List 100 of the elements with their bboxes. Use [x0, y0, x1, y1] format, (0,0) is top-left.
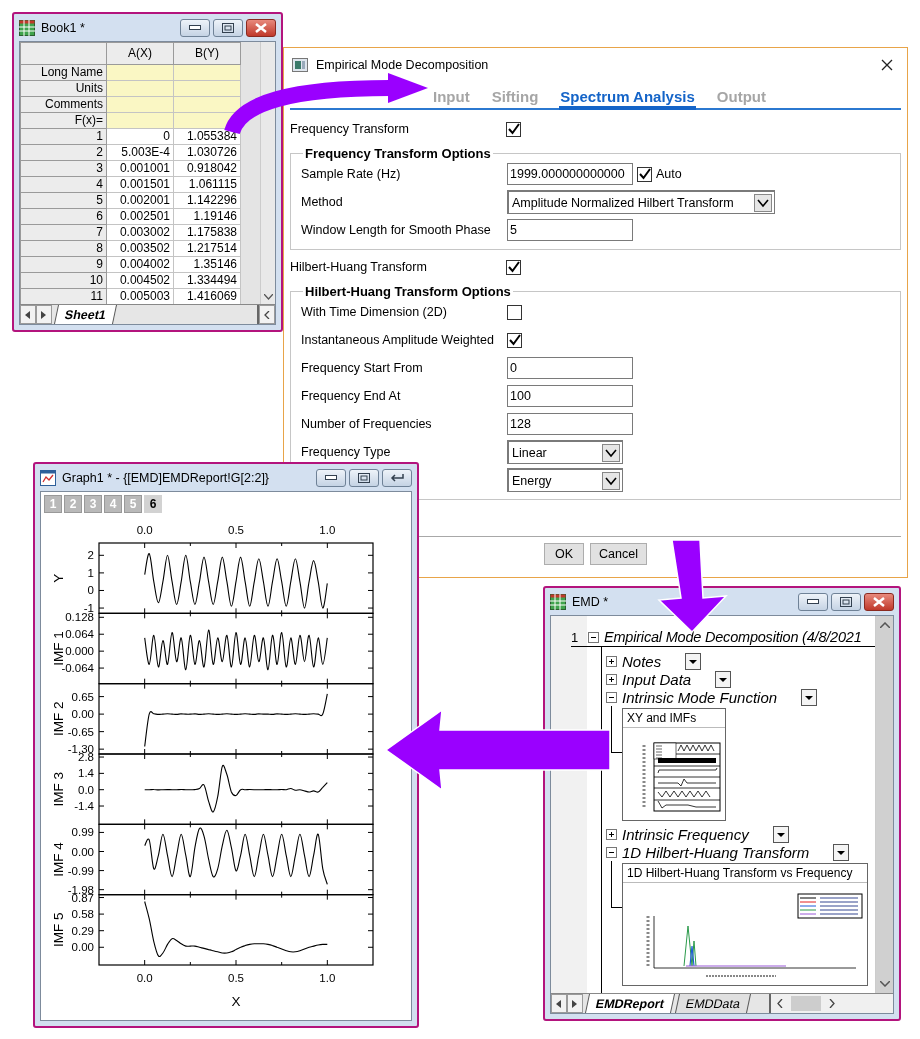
window-title: Book1 * — [41, 20, 86, 35]
table-cell[interactable]: 0 — [106, 128, 174, 145]
table-cell[interactable]: 0.002001 — [106, 192, 174, 209]
minimize-icon — [325, 474, 337, 481]
maximize-icon — [358, 472, 370, 483]
checkbox[interactable] — [507, 332, 522, 348]
maximize-button[interactable] — [831, 592, 861, 611]
dialog-button[interactable]: Cancel — [590, 543, 647, 565]
expand-toggle[interactable] — [606, 846, 617, 858]
field-label: Instantaneous Amplitude Weighted — [301, 333, 495, 347]
dropdown-button[interactable] — [685, 652, 702, 670]
graph-preview[interactable]: XY and IMFs — [622, 708, 726, 821]
text-field[interactable]: 100 — [507, 385, 633, 407]
horizontal-scrollbar[interactable] — [771, 994, 893, 1013]
layer-tab[interactable]: 6 — [144, 495, 162, 513]
expand-toggle[interactable] — [606, 691, 617, 703]
dropdown[interactable]: Linear — [507, 440, 623, 464]
section-title[interactable]: Intrinsic Mode Function — [622, 688, 778, 706]
table-cell[interactable]: 0.003002 — [106, 224, 174, 241]
maximize-button[interactable] — [213, 18, 243, 37]
section-title[interactable]: Intrinsic Frequency — [622, 825, 749, 843]
graph-preview[interactable]: 1D Hilbert-Huang Transform vs Frequency — [622, 863, 868, 986]
table-cell[interactable]: 0.003502 — [106, 240, 174, 257]
checkbox[interactable] — [506, 259, 521, 275]
checkbox[interactable] — [506, 121, 521, 137]
previous-sheet-button[interactable] — [551, 994, 567, 1013]
close-button[interactable] — [864, 592, 894, 611]
table-cell[interactable]: 5.003E-4 — [106, 144, 174, 161]
table-cell[interactable]: 1.142296 — [173, 192, 241, 209]
table-cell[interactable]: 0.004502 — [106, 272, 174, 289]
tick-label: 1 — [87, 566, 94, 579]
graph-title: XY and IMFs — [623, 709, 725, 728]
dialog-button[interactable]: OK — [544, 543, 585, 565]
text-field[interactable]: 0 — [507, 357, 633, 379]
section-title[interactable]: Input Data — [622, 670, 692, 688]
table-cell[interactable]: 0.004002 — [106, 256, 174, 273]
triangle-right-icon — [572, 999, 578, 1008]
next-sheet-button[interactable] — [36, 305, 52, 324]
chevron-down-icon — [602, 443, 620, 462]
expand-toggle[interactable] — [588, 631, 599, 643]
text-field[interactable]: 128 — [507, 413, 633, 435]
close-button[interactable] — [246, 18, 276, 37]
column-header[interactable]: B(Y) — [173, 42, 241, 65]
table-cell[interactable]: 0.001001 — [106, 160, 174, 177]
section-title[interactable]: 1D Hilbert-Huang Transform — [622, 843, 810, 861]
table-cell[interactable]: 1.217514 — [173, 240, 241, 257]
triangle-right-icon — [41, 310, 47, 319]
expand-toggle[interactable] — [606, 828, 617, 840]
field-label: Frequency Transform — [290, 122, 410, 136]
worksheet-icon — [19, 19, 35, 36]
table-cell[interactable]: 1.175838 — [173, 224, 241, 241]
field-label: Frequency End At — [301, 389, 402, 403]
dropdown[interactable]: Energy — [507, 468, 623, 492]
row-number: 1 — [571, 629, 580, 645]
expand-toggle[interactable] — [606, 673, 617, 685]
checkbox[interactable] — [507, 304, 522, 320]
table-cell[interactable]: 1.35146 — [173, 256, 241, 273]
close-icon[interactable] — [881, 59, 893, 71]
table-cell[interactable]: 1.061115 — [173, 176, 241, 193]
section-title[interactable]: Empirical Mode Decomposition (4/8/2021 — [604, 629, 862, 645]
checkbox[interactable] — [637, 166, 652, 182]
next-sheet-button[interactable] — [567, 994, 583, 1013]
sheet-tab[interactable]: EMDData — [675, 994, 752, 1013]
minimize-button[interactable] — [180, 18, 210, 37]
column-header[interactable]: A(X) — [106, 42, 174, 65]
tab[interactable]: Spectrum Analysis — [559, 88, 696, 110]
restore-button[interactable] — [382, 468, 412, 487]
text-field[interactable]: 1999.000000000000 — [507, 163, 633, 185]
previous-sheet-button[interactable] — [20, 305, 36, 324]
tick-label: 0.000 — [65, 645, 94, 658]
chevron-left-icon — [264, 310, 270, 319]
table-cell[interactable]: 1.030726 — [173, 144, 241, 161]
sheet-tab[interactable]: EMDReport — [585, 994, 676, 1013]
table-cell[interactable]: 0.918042 — [173, 160, 241, 177]
axis-title: IMF 5 — [51, 912, 66, 948]
return-arrow-icon — [389, 472, 405, 483]
tick-label: -1.4 — [74, 800, 94, 812]
dropdown-button[interactable] — [801, 688, 818, 706]
vertical-scrollbar[interactable] — [875, 616, 893, 993]
table-cell[interactable]: 0.001501 — [106, 176, 174, 193]
chevron-down-icon — [263, 294, 273, 300]
dropdown-button[interactable] — [772, 825, 789, 843]
dropdown[interactable]: Amplitude Normalized Hilbert Transform — [507, 190, 775, 214]
minimize-button[interactable] — [798, 592, 828, 611]
section-title[interactable]: Notes — [622, 652, 662, 670]
minimize-button[interactable] — [316, 468, 346, 487]
table-cell[interactable]: 1.055384 — [173, 128, 241, 145]
text-field[interactable]: 5 — [507, 219, 633, 241]
expand-toggle[interactable] — [606, 655, 617, 667]
vertical-scrollbar[interactable] — [260, 42, 275, 304]
dropdown-button[interactable] — [715, 670, 732, 688]
table-cell[interactable]: 1.334494 — [173, 272, 241, 289]
dropdown-button[interactable] — [833, 843, 850, 861]
table-cell[interactable]: 1.19146 — [173, 208, 241, 225]
scroll-left-button[interactable] — [259, 305, 275, 324]
sheet-tab[interactable]: Sheet1 — [54, 305, 117, 324]
worksheet-icon — [550, 593, 566, 610]
table-cell[interactable]: 0.002501 — [106, 208, 174, 225]
maximize-button[interactable] — [349, 468, 379, 487]
tick-label: 0 — [87, 584, 94, 597]
